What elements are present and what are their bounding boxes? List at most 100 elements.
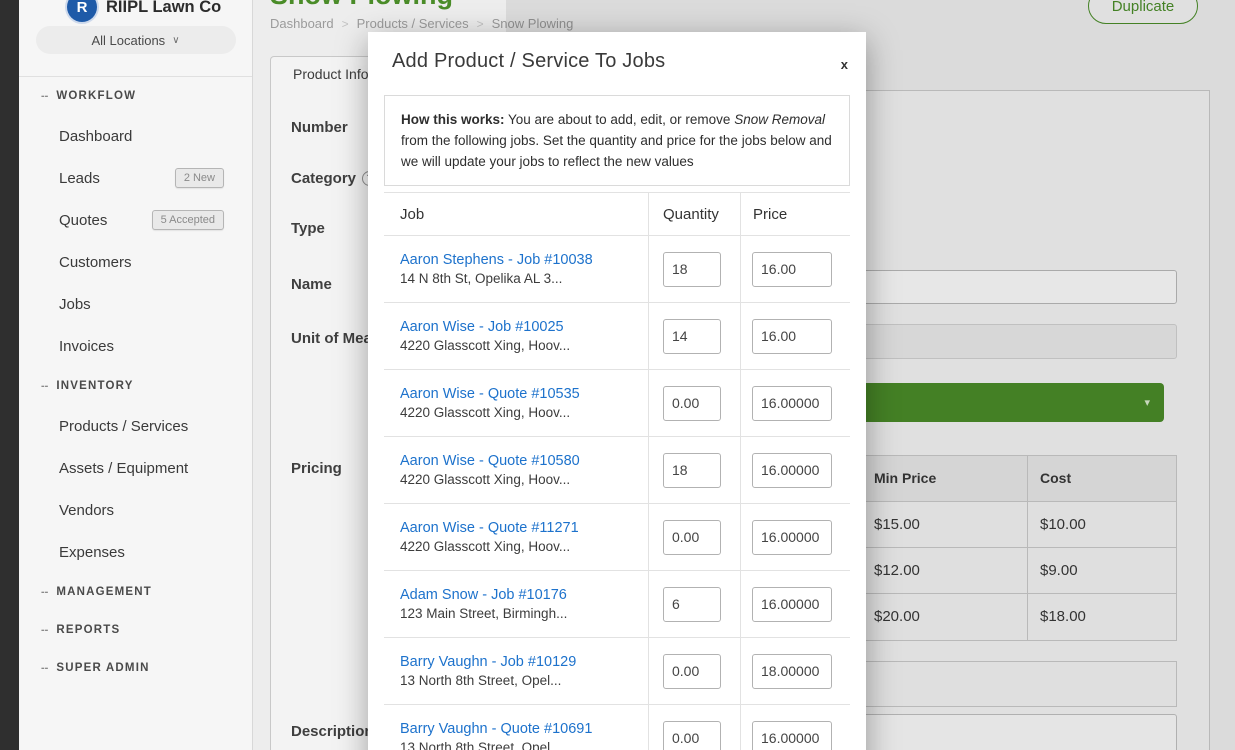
category-label: Category ? <box>291 170 377 187</box>
nav-item-label: Customers <box>59 254 132 271</box>
nav-item-label: Quotes <box>59 212 107 229</box>
nav-item-label: Leads <box>59 170 100 187</box>
quantity-input[interactable] <box>663 654 721 689</box>
cost-cell: $10.00 <box>1028 502 1176 548</box>
quantity-input[interactable] <box>663 520 721 555</box>
section-label: WORKFLOW <box>56 90 136 102</box>
duplicate-button[interactable]: Duplicate <box>1088 0 1198 24</box>
section-label: INVENTORY <box>56 380 133 392</box>
quantity-input[interactable] <box>663 721 721 750</box>
breadcrumb-products-services[interactable]: Products / Services <box>357 16 469 31</box>
job-row: Barry Vaughn - Job #10129 13 North 8th S… <box>384 638 850 705</box>
cost-cell: $18.00 <box>1028 594 1176 640</box>
column-header-quantity: Quantity <box>648 193 740 235</box>
sidebar-nav: -- WORKFLOW Dashboard Leads 2 New Quotes… <box>19 77 252 687</box>
job-link[interactable]: Aaron Wise - Quote #11271 <box>400 520 638 536</box>
close-icon[interactable]: x <box>841 58 848 71</box>
modal-header: Add Product / Service To Jobs x <box>368 32 866 87</box>
section-label: MANAGEMENT <box>56 586 152 598</box>
how-this-works-note: How this works: You are about to add, ed… <box>384 95 850 186</box>
breadcrumb: Dashboard > Products / Services > Snow P… <box>270 16 573 31</box>
section-header-management[interactable]: -- MANAGEMENT <box>19 573 252 611</box>
sidebar-item-expenses[interactable]: Expenses <box>19 531 252 573</box>
info-text-before: You are about to add, edit, or remove <box>505 112 735 127</box>
job-link[interactable]: Aaron Wise - Quote #10535 <box>400 386 638 402</box>
section-label: SUPER ADMIN <box>56 662 149 674</box>
job-link[interactable]: Aaron Wise - Quote #10580 <box>400 453 638 469</box>
nav-item-label: Jobs <box>59 296 91 313</box>
breadcrumb-snow-plowing: Snow Plowing <box>492 16 574 31</box>
min-price-cell: $15.00 <box>862 502 1028 548</box>
nav-item-label: Expenses <box>59 544 125 561</box>
price-input[interactable] <box>752 319 832 354</box>
min-price-cell: $12.00 <box>862 548 1028 594</box>
breadcrumb-separator: > <box>342 17 349 31</box>
sidebar-body: R RIIPL Lawn Co All Locations ∨ -- WORKF… <box>19 0 252 750</box>
job-address: 4220 Glasscott Xing, Hoov... <box>400 472 638 487</box>
job-link[interactable]: Barry Vaughn - Job #10129 <box>400 654 638 670</box>
pricing-col-cost: Cost <box>1028 456 1176 502</box>
section-header-workflow[interactable]: -- WORKFLOW <box>19 77 252 115</box>
job-link[interactable]: Aaron Wise - Job #10025 <box>400 319 638 335</box>
section-dash-icon: -- <box>41 380 48 392</box>
price-input[interactable] <box>752 654 832 689</box>
quotes-badge: 5 Accepted <box>152 210 224 230</box>
job-address: 4220 Glasscott Xing, Hoov... <box>400 338 638 353</box>
label-text: Pricing <box>291 460 342 477</box>
job-address: 4220 Glasscott Xing, Hoov... <box>400 405 638 420</box>
info-text-after: from the following jobs. Set the quantit… <box>401 133 832 169</box>
jobs-table-header: Job Quantity Price <box>384 192 850 236</box>
job-address: 13 North 8th Street, Opel... <box>400 673 638 688</box>
name-label: Name <box>291 276 332 293</box>
sidebar-item-vendors[interactable]: Vendors <box>19 489 252 531</box>
job-row: Aaron Wise - Job #10025 4220 Glasscott X… <box>384 303 850 370</box>
page-title: Snow Plowing <box>270 0 453 11</box>
sidebar-item-customers[interactable]: Customers <box>19 241 252 283</box>
chevron-down-icon: ∨ <box>172 35 179 46</box>
price-input[interactable] <box>752 721 832 750</box>
sidebar-item-assets-equipment[interactable]: Assets / Equipment <box>19 447 252 489</box>
sidebar-item-leads[interactable]: Leads 2 New <box>19 157 252 199</box>
section-label: REPORTS <box>56 624 120 636</box>
section-header-inventory[interactable]: -- INVENTORY <box>19 367 252 405</box>
location-selector[interactable]: All Locations ∨ <box>36 26 236 54</box>
quantity-input[interactable] <box>663 587 721 622</box>
sidebar-item-jobs[interactable]: Jobs <box>19 283 252 325</box>
quantity-input[interactable] <box>663 319 721 354</box>
type-label: Type <box>291 220 325 237</box>
company-logo[interactable]: R RIIPL Lawn Co <box>19 0 252 26</box>
job-row: Aaron Wise - Quote #10535 4220 Glasscott… <box>384 370 850 437</box>
pricing-col-min-price: Min Price <box>862 456 1028 502</box>
breadcrumb-dashboard[interactable]: Dashboard <box>270 16 334 31</box>
job-link[interactable]: Aaron Stephens - Job #10038 <box>400 252 638 268</box>
company-name: RIIPL Lawn Co <box>106 0 221 17</box>
section-header-reports[interactable]: -- REPORTS <box>19 611 252 649</box>
label-text: Name <box>291 276 332 293</box>
column-header-price: Price <box>740 193 850 235</box>
how-this-works-label: How this works: <box>401 112 505 127</box>
job-row: Barry Vaughn - Quote #10691 13 North 8th… <box>384 705 850 750</box>
nav-item-label: Invoices <box>59 338 114 355</box>
section-dash-icon: -- <box>41 586 48 598</box>
price-input[interactable] <box>752 453 832 488</box>
job-link[interactable]: Barry Vaughn - Quote #10691 <box>400 721 638 737</box>
app: R RIIPL Lawn Co All Locations ∨ -- WORKF… <box>0 0 1235 750</box>
sidebar-item-invoices[interactable]: Invoices <box>19 325 252 367</box>
price-input[interactable] <box>752 252 832 287</box>
sidebar-item-products-services[interactable]: Products / Services <box>19 405 252 447</box>
modal-title: Add Product / Service To Jobs <box>392 50 842 73</box>
quantity-input[interactable] <box>663 453 721 488</box>
quantity-input[interactable] <box>663 252 721 287</box>
price-input[interactable] <box>752 520 832 555</box>
pricing-label: Pricing <box>291 460 342 477</box>
price-input[interactable] <box>752 587 832 622</box>
section-header-super-admin[interactable]: -- SUPER ADMIN <box>19 649 252 687</box>
add-product-to-jobs-modal: Add Product / Service To Jobs x How this… <box>368 32 866 750</box>
sidebar-item-quotes[interactable]: Quotes 5 Accepted <box>19 199 252 241</box>
sidebar-item-dashboard[interactable]: Dashboard <box>19 115 252 157</box>
price-input[interactable] <box>752 386 832 421</box>
job-link[interactable]: Adam Snow - Job #10176 <box>400 587 638 603</box>
job-address: 13 North 8th Street, Opel... <box>400 740 638 750</box>
sidebar-rail <box>0 0 19 750</box>
quantity-input[interactable] <box>663 386 721 421</box>
